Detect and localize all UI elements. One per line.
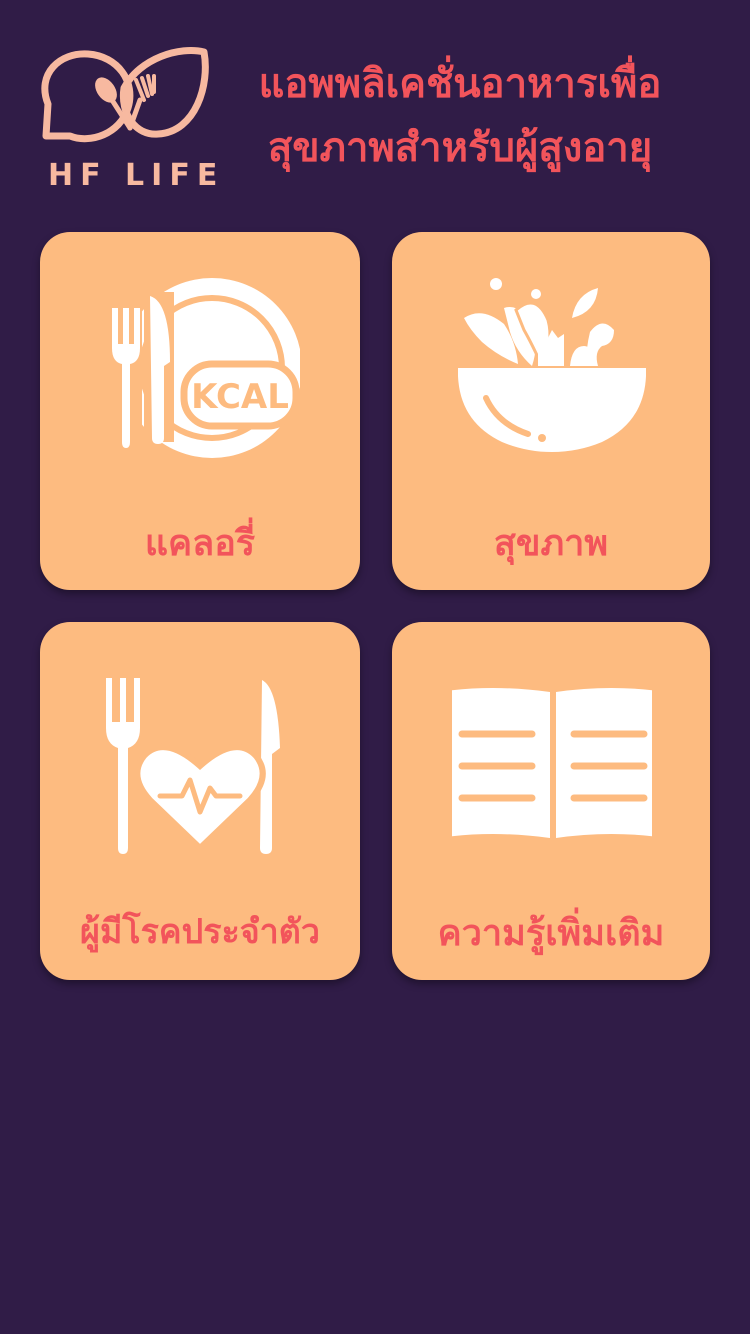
health-menu-label: สุขภาพ	[493, 523, 609, 564]
chronic-disease-menu-card[interactable]: ผู้มีโรคประจำตัว	[40, 622, 360, 980]
open-book-icon	[452, 662, 652, 862]
app-title-line-2: สุขภาพสำหรับผู้สูงอายุ	[267, 125, 653, 171]
heart-cutlery-icon	[100, 662, 300, 862]
calorie-menu-label: แคลอรี่	[144, 523, 256, 564]
kcal-label: KCAL	[191, 377, 289, 417]
knowledge-menu-label: ความรู้เพิ่มเติม	[437, 913, 665, 954]
health-menu-card[interactable]: สุขภาพ	[392, 232, 710, 590]
logo-text: HF LIFE	[48, 158, 225, 193]
salad-bowl-icon	[452, 272, 652, 472]
app-title-line-1: แอพพลิเคชั่นอาหารเพื่อ	[258, 61, 662, 107]
app-header: HF LIFE แอพพลิเคชั่นอาหารเพื่อ สุขภาพสำห…	[0, 0, 750, 220]
knowledge-menu-card[interactable]: ความรู้เพิ่มเติม	[392, 622, 710, 980]
app-title: แอพพลิเคชั่นอาหารเพื่อ สุขภาพสำหรับผู้สู…	[210, 52, 710, 180]
calorie-menu-card[interactable]: KCAL แคลอรี่	[40, 232, 360, 590]
logo-graphic	[41, 47, 209, 143]
app-logo: HF LIFE	[40, 44, 217, 194]
chronic-disease-menu-label: ผู้มีโรคประจำตัว	[80, 912, 320, 952]
kcal-plate-icon: KCAL	[100, 272, 300, 472]
